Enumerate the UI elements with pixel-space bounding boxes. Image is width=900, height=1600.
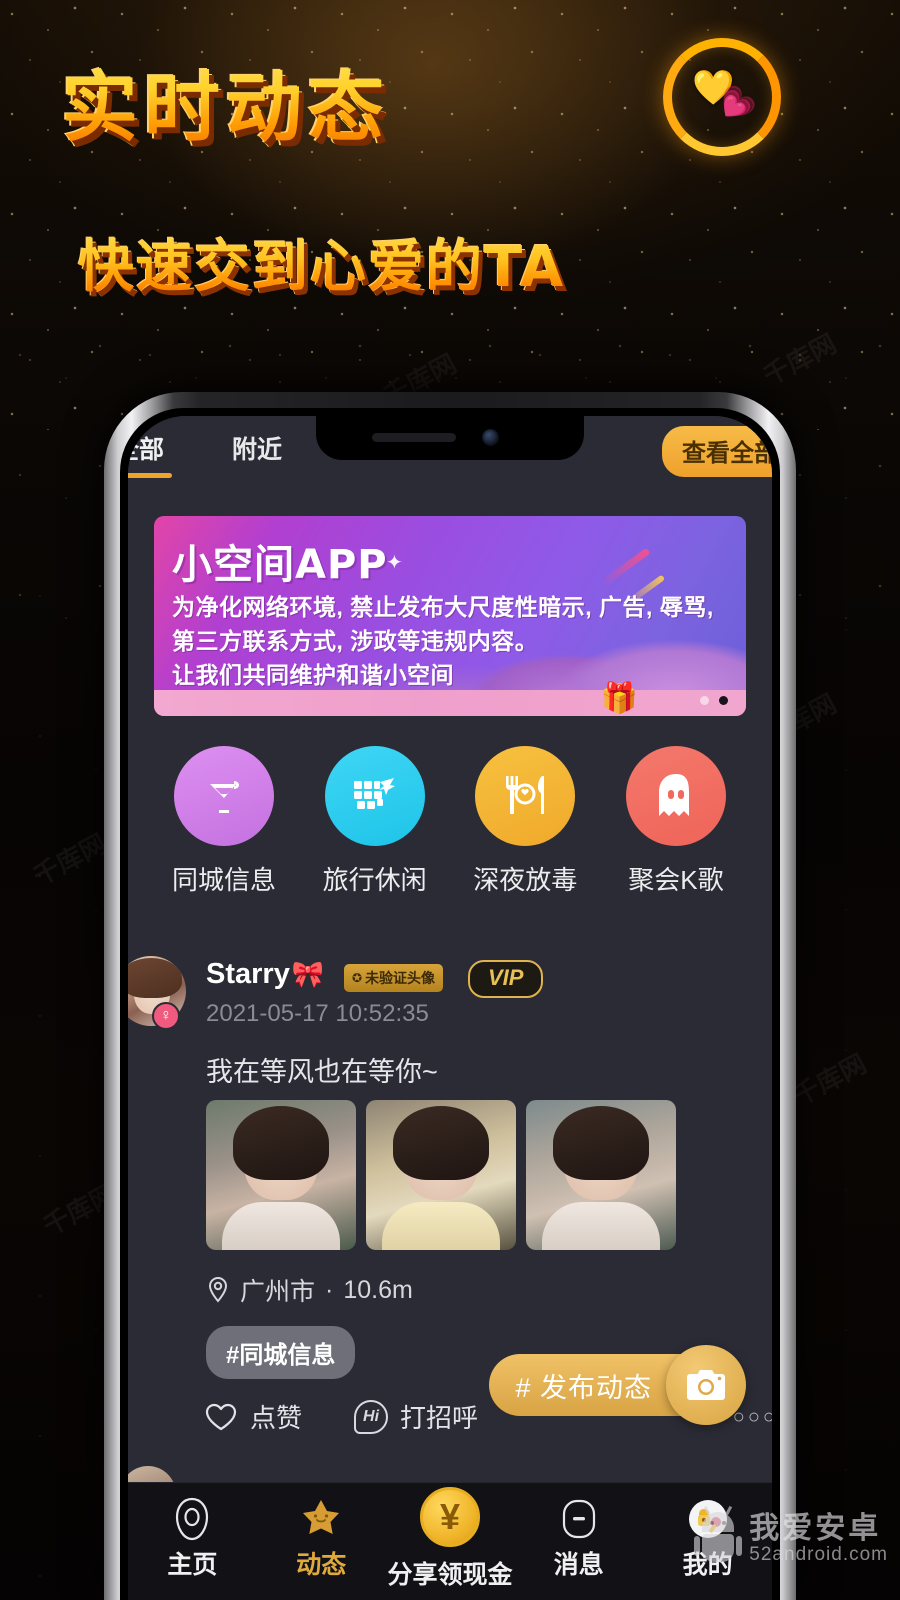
shooting-star-pink xyxy=(599,547,651,588)
tab-active-underline xyxy=(128,473,172,478)
gift-icon: 🎁 xyxy=(600,682,638,715)
category-label: 深夜放毒 xyxy=(473,865,578,895)
banner-line-3: 让我们共同维护和谐小空间 xyxy=(172,662,454,688)
hi-bubble-icon: Hi xyxy=(354,1399,389,1434)
site-watermark: 我爱安卓 52android.com xyxy=(694,1505,888,1566)
home-icon xyxy=(128,1497,257,1541)
heart-icon xyxy=(205,1403,237,1430)
banner-bottom-strip xyxy=(154,690,746,716)
category-item-tongcheng[interactable]: 同城信息 xyxy=(154,746,294,926)
ghost-icon xyxy=(625,746,726,846)
watermark-brand: 我爱安卓 xyxy=(749,1512,882,1546)
shield-check-icon: ✪ xyxy=(352,971,363,985)
unverified-label: 未验证头像 xyxy=(365,970,436,986)
banner-line-1: 为净化网络环境, 禁止发布大尺度性暗示, 广告, 辱骂, xyxy=(172,594,714,620)
promo-banner[interactable]: ✦ 小空间APP 为净化网络环境, 禁止发布大尺度性暗示, 广告, 辱骂, 第三… xyxy=(154,516,746,716)
nav-item-share-cash[interactable]: ¥ 分享领现金 xyxy=(386,1483,515,1591)
greet-action[interactable]: Hi 打招呼 xyxy=(354,1398,478,1435)
travel-globe-icon xyxy=(324,746,425,846)
post-photo[interactable] xyxy=(366,1100,516,1250)
coin-icon: ¥ xyxy=(419,1487,480,1547)
star-icon xyxy=(257,1497,386,1541)
banner-line-2: 第三方联系方式, 涉政等违规内容。 xyxy=(172,628,539,654)
category-label: 聚会K歌 xyxy=(628,865,724,895)
cocktail-icon xyxy=(174,746,274,846)
nav-item-home[interactable]: 主页 xyxy=(128,1483,257,1581)
location-city: 广州市 xyxy=(240,1278,316,1306)
camera-icon[interactable] xyxy=(666,1345,746,1425)
post-photo[interactable] xyxy=(526,1100,676,1250)
tab-all-label: 全部 xyxy=(128,436,165,464)
banner-dot[interactable] xyxy=(700,696,709,705)
location-pin-icon xyxy=(208,1276,228,1303)
front-camera-icon xyxy=(482,429,499,446)
post-timestamp: 2021-05-17 10:52:35 xyxy=(206,1000,429,1027)
bottom-navigation: 主页 动态 ¥ 分享领现金 消息 我的 xyxy=(128,1482,772,1600)
category-item-food[interactable]: 深夜放毒 xyxy=(455,746,595,926)
gender-badge-female: ♀ xyxy=(152,1002,180,1030)
category-item-travel[interactable]: 旅行休闲 xyxy=(305,746,445,926)
nav-item-feed[interactable]: 动态 xyxy=(257,1483,386,1581)
location-separator: · xyxy=(325,1275,334,1304)
phone-mockup: 全部 附近 查看全部 ✦ 小空间APP 为净化网络环境, 禁止发布大尺度性暗示,… xyxy=(104,392,796,1600)
phone-notch xyxy=(316,416,584,460)
tab-nearby[interactable]: 附近 xyxy=(232,430,282,466)
nav-label: 主页 xyxy=(167,1551,218,1579)
food-icon xyxy=(475,746,576,846)
post-actions: 点赞 Hi 打招呼 xyxy=(204,1398,478,1435)
location-distance: 10.6m xyxy=(343,1275,413,1304)
username-text: Starry xyxy=(206,958,290,990)
banner-dot-active[interactable] xyxy=(719,696,728,705)
nav-label: 消息 xyxy=(553,1551,604,1579)
nav-item-messages[interactable]: 消息 xyxy=(514,1483,643,1581)
android-robot-icon xyxy=(694,1505,743,1566)
banner-title: 小空间APP xyxy=(172,542,388,588)
banner-pagination[interactable] xyxy=(700,696,728,705)
status-badge-vip: VIP xyxy=(468,960,544,998)
bow-emoji-icon: 🎀 xyxy=(291,959,325,989)
phone-screen: 全部 附近 查看全部 ✦ 小空间APP 为净化网络环境, 禁止发布大尺度性暗示,… xyxy=(128,416,772,1600)
watermark-domain: 52android.com xyxy=(749,1544,888,1566)
tab-all[interactable]: 全部 xyxy=(128,430,172,478)
post-photo-grid xyxy=(206,1100,676,1250)
app-logo-ring: 💛 💗 xyxy=(663,38,781,156)
earpiece-speaker xyxy=(372,433,456,442)
like-label: 点赞 xyxy=(250,1403,303,1433)
view-all-button[interactable]: 查看全部 xyxy=(662,426,772,477)
post-username: Starry🎀 xyxy=(206,958,324,991)
status-badge-unverified: ✪ 未验证头像 xyxy=(344,964,444,992)
nav-label: 动态 xyxy=(296,1551,347,1579)
category-label: 同城信息 xyxy=(171,865,276,895)
category-label: 旅行休闲 xyxy=(322,865,427,895)
post-topic-tag[interactable]: #同城信息 xyxy=(206,1326,356,1379)
like-action[interactable]: 点赞 xyxy=(204,1398,302,1435)
publish-fab[interactable]: # 发布动态 xyxy=(489,1345,746,1425)
category-row: 同城信息 旅行休闲 深夜放毒 聚会K歌 xyxy=(154,746,746,926)
post-content-text: 我在等风也在等你~ xyxy=(206,1057,438,1087)
post-photo[interactable] xyxy=(206,1100,356,1250)
greet-label: 打招呼 xyxy=(400,1403,479,1433)
sparkle-icon: ✦ xyxy=(386,552,403,574)
message-icon xyxy=(514,1497,643,1541)
post-location: 广州市 · 10.6m xyxy=(206,1272,413,1308)
nav-label: 分享领现金 xyxy=(387,1561,513,1589)
category-item-ktv[interactable]: 聚会K歌 xyxy=(606,746,746,926)
poster-subtitle: 快速交到心爱的TA xyxy=(78,222,565,303)
poster-title: 实时动态 xyxy=(62,46,390,156)
